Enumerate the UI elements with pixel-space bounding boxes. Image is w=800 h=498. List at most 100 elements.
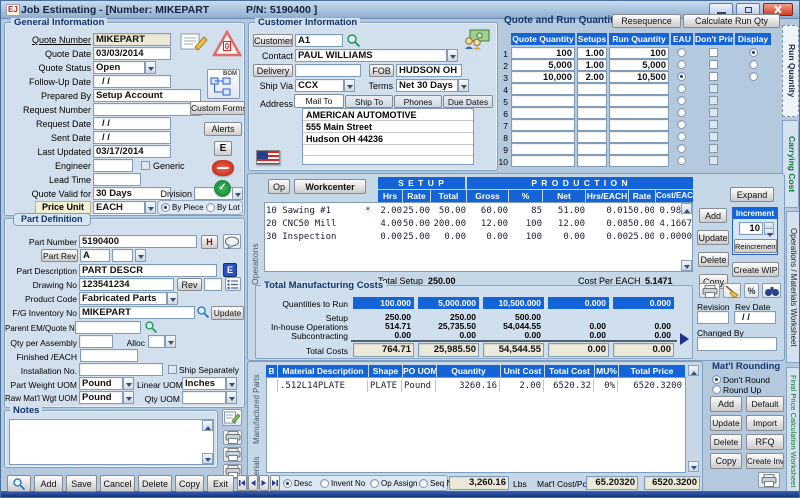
run-quantity-cell[interactable] <box>609 131 669 143</box>
list-icon[interactable] <box>225 277 241 291</box>
print-icon-2[interactable] <box>223 447 242 462</box>
setups-cell[interactable] <box>577 155 607 167</box>
display-radio[interactable] <box>749 60 758 69</box>
customer-button[interactable]: Customer <box>253 34 293 47</box>
quote-quantity-cell[interactable] <box>511 83 575 95</box>
edit-note-icon[interactable] <box>180 32 208 53</box>
qty-uom-select[interactable] <box>182 391 226 404</box>
rev-date-field[interactable]: / / <box>734 311 776 324</box>
fob-button[interactable]: FOB <box>369 64 394 77</box>
qty-per-assembly-field[interactable] <box>79 335 113 348</box>
operation-row[interactable]: 10 Sawing #1 * 2.00 25.00 50.00 60.00 85… <box>266 205 692 218</box>
search-button[interactable] <box>7 475 31 492</box>
parent-em-field[interactable] <box>75 321 141 334</box>
setups-cell[interactable]: 1.00 <box>577 47 607 59</box>
eau-radio[interactable] <box>677 48 686 57</box>
alloc-dropdown-arrow[interactable] <box>165 335 176 348</box>
price-unit-dropdown-arrow[interactable] <box>145 201 156 214</box>
eau-radio[interactable] <box>677 120 686 129</box>
speech-bubble-icon[interactable] <box>223 234 241 249</box>
quote-quantity-cell[interactable]: 5,000 <box>511 59 575 71</box>
quote-quantity-cell[interactable] <box>511 95 575 107</box>
add-record-button[interactable]: Add <box>34 475 63 492</box>
notes-textarea[interactable] <box>9 419 214 465</box>
by-lot-radio[interactable] <box>206 203 215 212</box>
dont-print-checkbox[interactable] <box>709 72 718 81</box>
dont-print-checkbox[interactable] <box>709 108 718 117</box>
warning-triangle-icon[interactable]: 0 <box>212 30 242 57</box>
red-oval-icon[interactable] <box>212 160 234 176</box>
sort-op-assign-radio[interactable] <box>370 479 379 488</box>
product-code-select[interactable]: Fabricated Parts <box>79 292 167 305</box>
run-quantity-cell[interactable] <box>609 119 669 131</box>
expand-button[interactable]: Expand <box>730 187 774 202</box>
contact-dropdown-arrow[interactable] <box>447 49 458 62</box>
fg-search-icon[interactable] <box>196 305 210 319</box>
setups-cell[interactable] <box>577 95 607 107</box>
terms-select[interactable]: Net 30 Days <box>396 79 458 92</box>
dont-print-checkbox[interactable] <box>709 48 718 57</box>
quote-status-dropdown-arrow[interactable] <box>145 61 156 74</box>
green-check-icon[interactable]: ✓ <box>214 180 231 197</box>
increment-down[interactable] <box>764 228 774 235</box>
raw-matl-wgt-uom-arrow[interactable] <box>123 391 134 404</box>
division-dropdown-arrow[interactable] <box>232 187 243 200</box>
op-update-button[interactable]: Update <box>697 230 729 245</box>
setups-cell[interactable]: 2.00 <box>577 71 607 83</box>
percent-button[interactable]: % <box>744 283 759 298</box>
by-piece-radio[interactable] <box>161 203 170 212</box>
exit-button[interactable]: Exit <box>207 475 234 492</box>
quote-status-select[interactable]: Open <box>93 61 145 74</box>
mat-copy-button[interactable]: Copy <box>710 453 742 469</box>
customer-search-icon[interactable] <box>346 33 361 48</box>
h-button[interactable]: H <box>201 235 218 249</box>
tab-final-price-worksheet[interactable]: Final Price Calculation Worksheet <box>786 367 800 495</box>
part-number-field[interactable]: 5190400 <box>79 235 197 248</box>
drawing-rev-field[interactable] <box>204 278 222 291</box>
mat-create-inv-button[interactable]: Create Inv <box>746 453 784 469</box>
e-button[interactable]: E <box>214 141 232 156</box>
quote-date-field[interactable]: 03/03/2014 <box>93 47 171 60</box>
copy-record-button[interactable]: Copy <box>175 475 204 492</box>
contact-select[interactable]: PAUL WILLIAMS <box>295 49 447 62</box>
alloc-select[interactable] <box>148 335 165 348</box>
ship-via-dropdown-arrow[interactable] <box>344 79 355 92</box>
parent-search-icon[interactable] <box>144 320 158 334</box>
operation-row[interactable]: 30 Inspection 0.00 25.00 0.00 0.00 100 0… <box>266 231 692 244</box>
quote-quantity-cell[interactable] <box>511 131 575 143</box>
notes-scroll-up[interactable] <box>202 420 213 431</box>
finished-each-field[interactable] <box>80 349 138 362</box>
first-record-icon[interactable] <box>237 475 247 491</box>
quote-number-field[interactable]: MIKEPART <box>93 33 171 46</box>
eau-radio[interactable] <box>677 132 686 141</box>
notes-scroll-down[interactable] <box>202 453 213 464</box>
resequence-button[interactable]: Resequence <box>612 14 681 28</box>
workcenter-button[interactable]: Workcenter <box>294 179 366 194</box>
eau-radio[interactable] <box>677 156 686 165</box>
fg-inventory-field[interactable]: MIKEPART <box>79 306 195 319</box>
terms-dropdown-arrow[interactable] <box>458 79 469 92</box>
quote-number-label[interactable]: Quote Number <box>7 34 91 46</box>
mat-print-icon[interactable] <box>758 472 780 488</box>
customer-field[interactable]: A1 <box>295 34 343 47</box>
calculate-run-qty-button[interactable]: Calculate Run Qty <box>683 14 780 28</box>
eau-radio[interactable] <box>677 72 686 81</box>
qty-uom-arrow[interactable] <box>226 391 237 404</box>
request-number-field[interactable] <box>93 103 201 116</box>
e-book-icon[interactable]: E <box>223 263 237 277</box>
delete-record-button[interactable]: Delete <box>138 475 172 492</box>
request-date-field[interactable]: / / <box>93 117 171 130</box>
mat-update-button[interactable]: Update <box>710 415 742 431</box>
material-row[interactable]: .512L14PLATE PLATE Pound 3260.16 2.00 65… <box>267 380 684 392</box>
engineer-field[interactable] <box>93 159 133 172</box>
operations-scroll-down[interactable] <box>681 260 692 271</box>
round-up-radio[interactable] <box>712 385 721 394</box>
run-quantity-cell[interactable] <box>609 155 669 167</box>
prepared-by-field[interactable]: Setup Account <box>93 89 201 102</box>
ship-via-select[interactable]: CCX <box>295 79 344 92</box>
last-record-icon[interactable] <box>270 475 280 491</box>
tab-ship-to[interactable]: Ship To <box>345 95 393 108</box>
delivery-field[interactable] <box>295 64 361 77</box>
followup-date-field[interactable]: / / <box>93 75 171 88</box>
tmc-scroll-right-icon[interactable] <box>680 333 695 345</box>
